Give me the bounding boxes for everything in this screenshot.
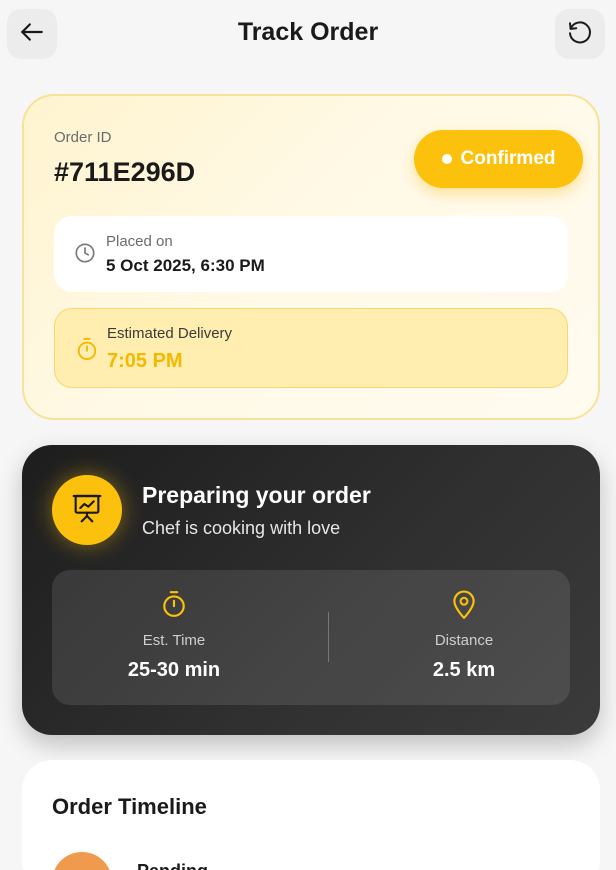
timeline-step-dot [52,852,112,870]
order-id-label: Order ID [54,129,112,146]
metric-est-time-value: 25-30 min [127,659,221,681]
status-icon-circle [52,475,122,545]
metric-distance-value: 2.5 km [432,659,496,681]
timer-icon [161,590,187,623]
metric-distance: Distance 2.5 km [342,570,586,705]
order-id-value: #711E296D [54,157,196,187]
status-badge-label: Confirmed [460,148,556,169]
metric-est-time: Est. Time 25-30 min [52,570,296,705]
map-pin-icon [451,590,477,625]
metric-est-time-label: Est. Time [142,632,206,649]
order-status-card: Preparing your order Chef is cooking wit… [22,445,600,735]
presentation-chart-icon [71,492,103,529]
header: Track Order [0,0,616,70]
placed-on-value: 5 Oct 2025, 6:30 PM [106,256,265,275]
timeline-title: Order Timeline [52,794,207,819]
status-badge: Confirmed [414,130,583,188]
estimated-delivery-value: 7:05 PM [107,350,183,372]
metric-divider [328,612,329,662]
refresh-button[interactable] [555,9,605,59]
metrics-box: Est. Time 25-30 min Distance 2.5 km [52,570,570,705]
estimated-delivery-box: Estimated Delivery 7:05 PM [54,308,568,388]
timeline-step-label: Pending [137,861,208,870]
order-summary-card: Order ID #711E296D Confirmed Placed on 5… [22,94,600,420]
status-title: Preparing your order [142,482,371,508]
page-title: Track Order [237,18,379,46]
timer-icon [76,337,98,366]
status-dot-icon [441,154,452,164]
status-subtitle: Chef is cooking with love [142,518,341,538]
clock-icon [74,242,96,269]
placed-on-box: Placed on 5 Oct 2025, 6:30 PM [54,216,568,292]
refresh-icon [565,17,595,52]
placed-on-label: Placed on [106,233,173,250]
order-timeline-card: Order Timeline Pending [22,760,600,870]
estimated-delivery-label: Estimated Delivery [107,325,233,342]
metric-distance-label: Distance [434,632,494,649]
